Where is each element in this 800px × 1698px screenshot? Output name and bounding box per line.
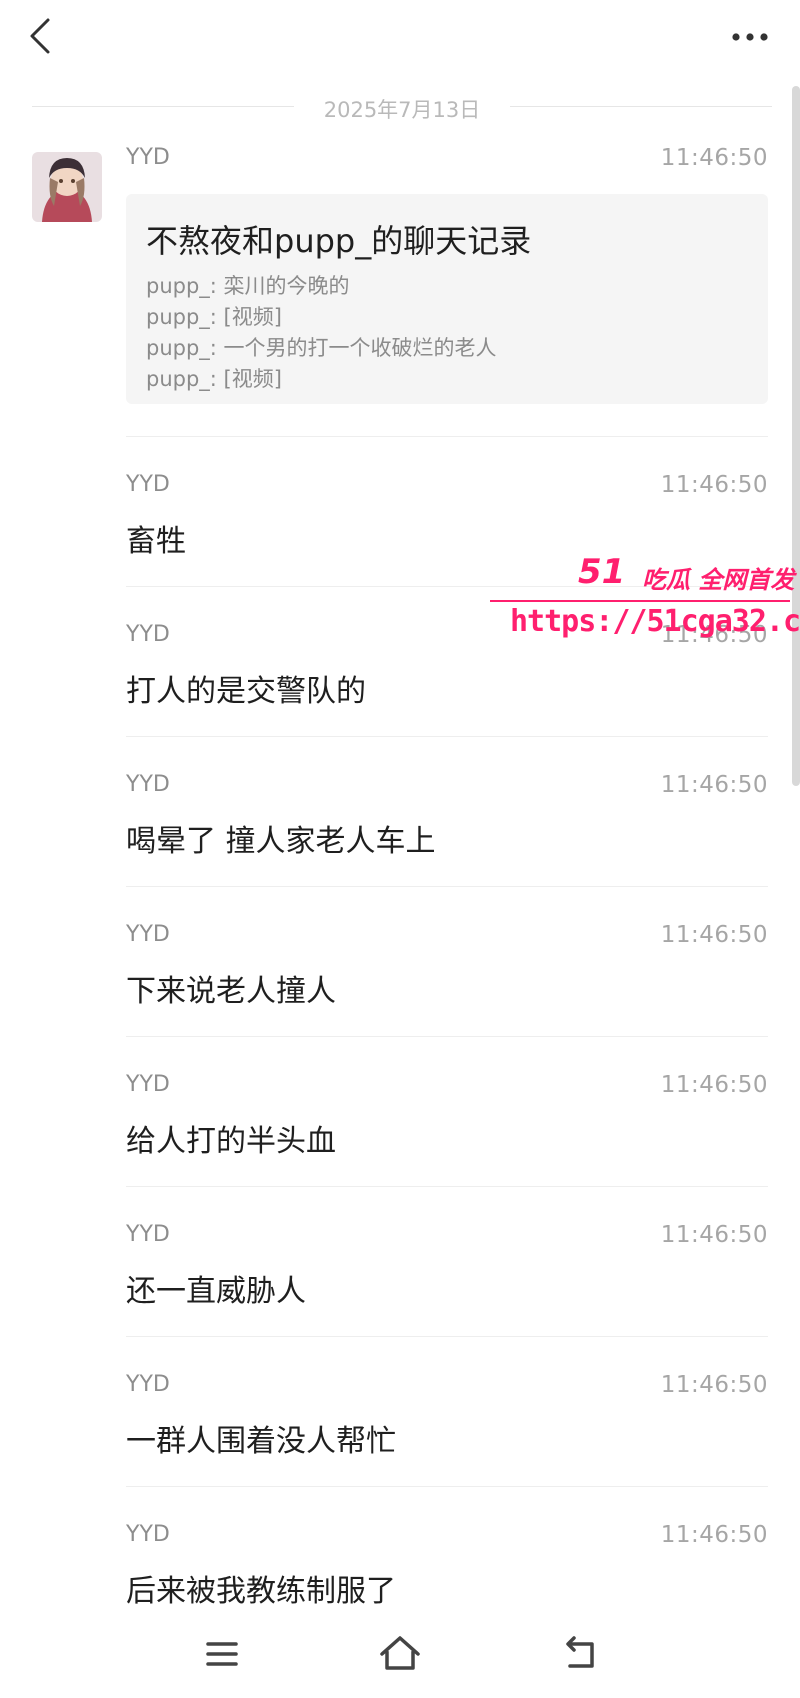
menu-button[interactable]	[198, 1632, 246, 1676]
chat-record-line: pupp_: 栾川的今晚的	[146, 274, 350, 298]
chat-record-line: pupp_: [视频]	[146, 367, 282, 391]
message-text[interactable]: 喝晕了 撞人家老人车上	[126, 816, 436, 860]
date-text: 2025年7月13日	[323, 98, 481, 122]
back-return-icon	[566, 1636, 594, 1668]
home-button[interactable]	[376, 1632, 424, 1676]
back-button[interactable]	[22, 14, 62, 58]
sender-name: YYD	[126, 145, 170, 170]
message-text[interactable]: 打人的是交警队的	[126, 666, 366, 710]
message-text[interactable]: 还一直威胁人	[126, 1266, 306, 1310]
chat-record-line: pupp_: 一个男的打一个收破烂的老人	[146, 336, 497, 360]
divider-line	[510, 106, 772, 107]
message-time: 11:46:50	[660, 1372, 768, 1398]
message-time: 11:46:50	[660, 1072, 768, 1098]
message-text[interactable]: 畜牲	[126, 516, 186, 560]
message-separator	[126, 1186, 768, 1187]
home-icon	[380, 1636, 420, 1670]
sender-name: YYD	[126, 472, 170, 497]
message-time: 11:46:50	[660, 772, 768, 798]
sender-name: YYD	[126, 922, 170, 947]
sender-name: YYD	[126, 772, 170, 797]
chevron-left-icon	[30, 18, 50, 54]
sender-name: YYD	[126, 1072, 170, 1097]
top-bar	[0, 0, 800, 80]
more-dots-icon	[732, 33, 768, 41]
watermark-url: https://51cga32.com	[510, 604, 800, 639]
date-divider: 2025年7月13日	[32, 92, 772, 122]
sender-name: YYD	[126, 1372, 170, 1397]
system-nav-bar	[0, 1610, 800, 1698]
sender-name: YYD	[126, 1222, 170, 1247]
message-separator	[126, 886, 768, 887]
chat-record-card[interactable]: 不熬夜和pupp_的聊天记录 pupp_: 栾川的今晚的 pupp_: [视频]…	[126, 194, 768, 404]
watermark-line	[490, 600, 790, 602]
message-text[interactable]: 后来被我教练制服了	[126, 1566, 396, 1610]
chat-record-title: 不熬夜和pupp_的聊天记录	[146, 222, 532, 260]
message-text[interactable]: 给人打的半头血	[126, 1116, 336, 1160]
message-time: 11:46:50	[660, 922, 768, 948]
message-time: 11:46:50	[660, 1222, 768, 1248]
more-button[interactable]	[728, 22, 772, 52]
message-separator	[126, 736, 768, 737]
watermark-brand: 51	[578, 552, 626, 592]
sender-name: YYD	[126, 1522, 170, 1547]
avatar[interactable]	[32, 152, 102, 222]
watermark-subtitle: 吃瓜 全网首发	[642, 566, 795, 594]
message-text[interactable]: 下来说老人撞人	[126, 966, 336, 1010]
message-separator	[126, 1036, 768, 1037]
message-time: 11:46:50	[660, 145, 768, 171]
avatar-image	[32, 152, 102, 222]
return-button[interactable]	[556, 1632, 604, 1676]
watermark: 51 吃瓜 全网首发 https://51cga32.com	[490, 552, 800, 652]
scrollbar[interactable]	[792, 86, 800, 786]
message-separator	[126, 436, 768, 437]
message-separator	[126, 1486, 768, 1487]
menu-icon	[206, 1642, 238, 1666]
message-time: 11:46:50	[660, 472, 768, 498]
chat-record-line: pupp_: [视频]	[146, 305, 282, 329]
message-separator	[126, 1336, 768, 1337]
message-text[interactable]: 一群人围着没人帮忙	[126, 1416, 396, 1460]
message-time: 11:46:50	[660, 1522, 768, 1548]
sender-name: YYD	[126, 622, 170, 647]
